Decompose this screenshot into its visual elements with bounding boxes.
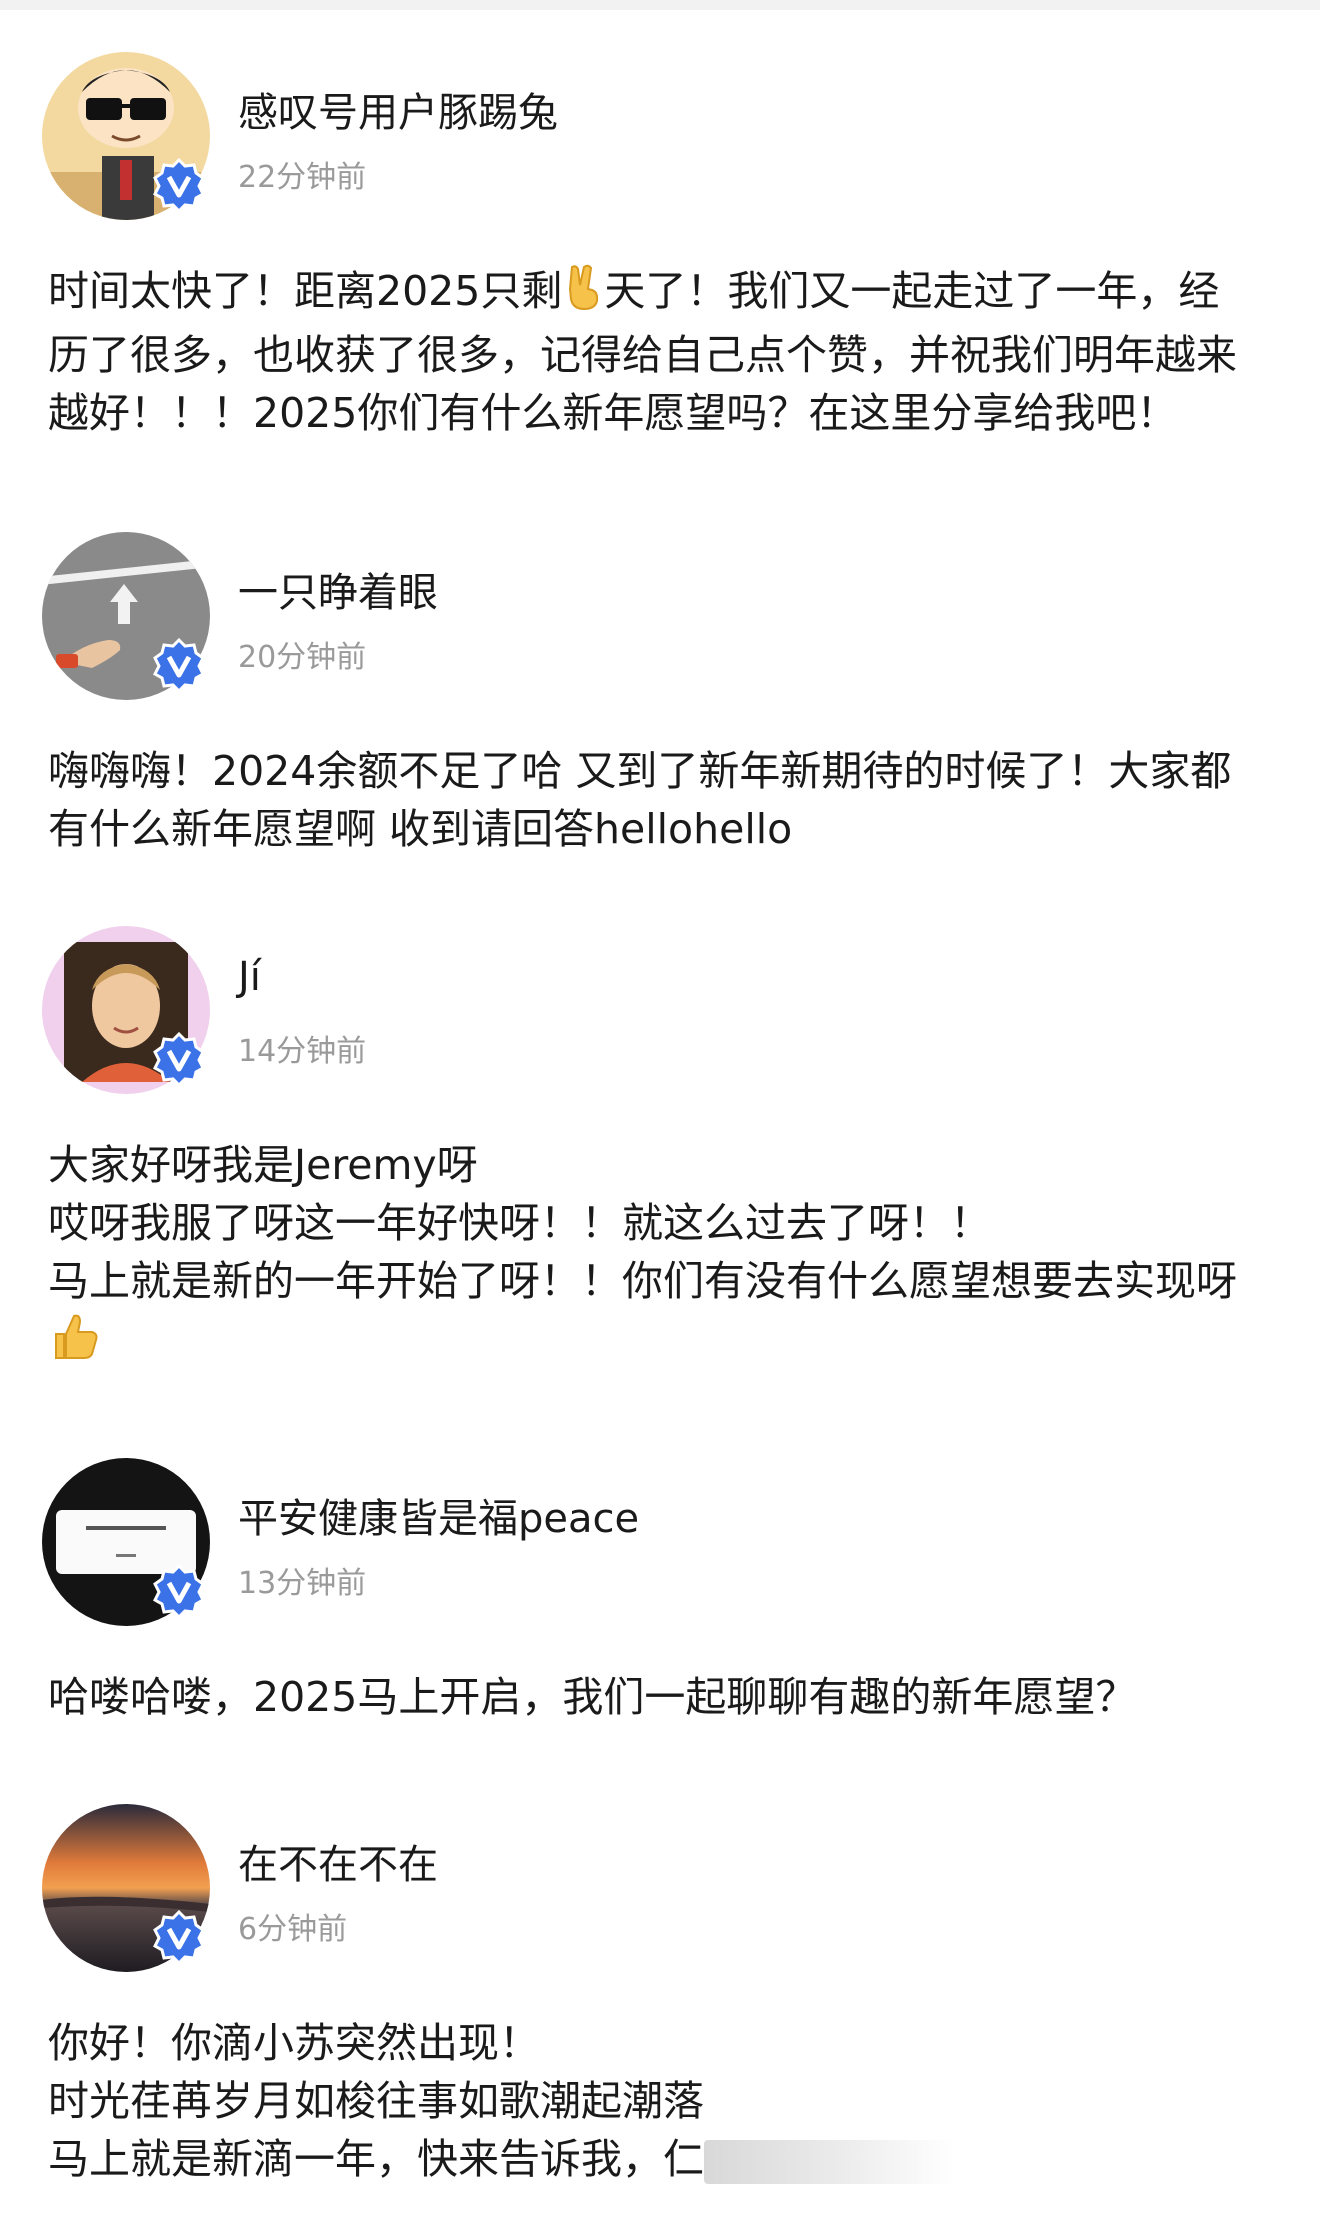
- username[interactable]: 一只睁着眼: [238, 560, 438, 618]
- top-divider: [0, 0, 1320, 10]
- text-line: 哈喽哈喽，2025马上开启，我们一起聊聊有趣的新年愿望？: [48, 1673, 1137, 1721]
- verified-v-badge-icon: [153, 638, 205, 692]
- post-text: 你好！你滴小苏突然出现！ 时光荏苒岁月如梭往事如歌潮起潮落 马上就是新滴一年，快…: [48, 2014, 1278, 2188]
- avatar[interactable]: [42, 1458, 210, 1626]
- avatar[interactable]: [42, 532, 210, 700]
- text-line: 马上就是新的一年开始了呀！！你们有没有什么愿望想要去实现呀: [48, 1257, 1237, 1305]
- timestamp: 22分钟前: [238, 160, 367, 195]
- timestamp: 13分钟前: [238, 1566, 367, 1601]
- text-line: 越好！！！2025你们有什么新年愿望吗？在这里分享给我吧！: [48, 388, 1178, 437]
- username[interactable]: 感叹号用户豚踢兔: [238, 80, 558, 138]
- username[interactable]: 在不在不在: [238, 1832, 438, 1890]
- victory-hand-emoji: [562, 263, 604, 326]
- text-line: 马上就是新滴一年，快来告诉我，仁: [48, 2135, 704, 2183]
- timestamp: 14分钟前: [238, 1034, 367, 1069]
- verified-v-badge-icon: [153, 1564, 205, 1618]
- verified-v-badge-icon: [153, 158, 205, 212]
- avatar[interactable]: [42, 926, 210, 1094]
- username[interactable]: Jí: [238, 954, 261, 1000]
- blurred-text-overlay: [704, 2140, 954, 2184]
- verified-v-badge-icon: [153, 1032, 205, 1086]
- text-line: 嗨嗨嗨！2024余额不足了哈 又到了新年新期待的时候了！大家都: [48, 747, 1232, 795]
- text-line: 大家好呀我是Jeremy呀: [48, 1141, 478, 1189]
- text-line: 时间太快了！距离2025只剩: [48, 267, 563, 315]
- post-text: 时间太快了！距离2025只剩 天了！我们又一起走过了一年，经 历了很多，也收获了很…: [48, 262, 1278, 442]
- text-line: 哎呀我服了呀这一年好快呀！！就这么过去了呀！！: [48, 1199, 991, 1247]
- thumbs-up-emoji: [48, 1310, 102, 1379]
- username[interactable]: 平安健康皆是福peace: [238, 1486, 639, 1544]
- text-line: 有什么新年愿望啊 收到请回答hellohello: [48, 805, 793, 853]
- timestamp: 20分钟前: [238, 640, 367, 675]
- text-line: 天了！我们又一起走过了一年，经: [604, 267, 1220, 315]
- post-text: 哈喽哈喽，2025马上开启，我们一起聊聊有趣的新年愿望？: [48, 1668, 1278, 1726]
- post-text: 大家好呀我是Jeremy呀 哎呀我服了呀这一年好快呀！！就这么过去了呀！！ 马上…: [48, 1136, 1278, 1379]
- verified-v-badge-icon: [153, 1910, 205, 1964]
- avatar[interactable]: [42, 52, 210, 220]
- post-text: 嗨嗨嗨！2024余额不足了哈 又到了新年新期待的时候了！大家都 有什么新年愿望啊…: [48, 742, 1278, 858]
- text-line: 历了很多，也收获了很多，记得给自己点个赞，并祝我们明年越来: [48, 330, 1237, 379]
- avatar[interactable]: [42, 1804, 210, 1972]
- text-line: 时光荏苒岁月如梭往事如歌潮起潮落: [48, 2077, 704, 2125]
- timestamp: 6分钟前: [238, 1912, 348, 1947]
- text-line: 你好！你滴小苏突然出现！: [48, 2019, 540, 2067]
